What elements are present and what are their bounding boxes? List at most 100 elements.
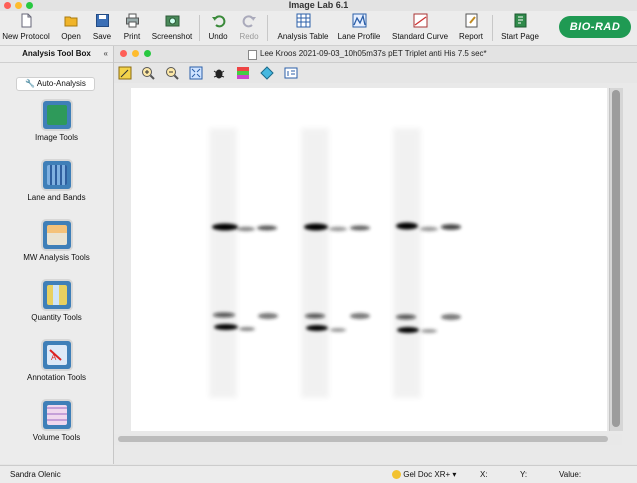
open-label: Open (61, 32, 81, 41)
vertical-scroll-thumb[interactable] (612, 90, 620, 427)
volume-tools-label: Volume Tools (32, 433, 81, 442)
zoom-document-button[interactable] (144, 50, 151, 57)
mw-analysis-tools-button[interactable]: MW Analysis Tools (0, 221, 113, 262)
upper-band-row (212, 222, 461, 232)
pixel-value-label: Value: (559, 470, 582, 479)
toolbar-separator (492, 15, 493, 41)
bug-icon[interactable] (212, 66, 226, 80)
toolbar-separator (199, 15, 200, 41)
document-window: Lee Kroos 2021-09-03_10h05m37s pET Tripl… (114, 46, 637, 464)
print-button[interactable]: Print (120, 12, 144, 44)
gel-image-canvas[interactable] (131, 88, 607, 431)
start-page-icon (514, 13, 526, 28)
auto-analysis-button[interactable]: 🔧 Auto-Analysis (16, 77, 95, 91)
volume-tools-button[interactable]: Volume Tools (0, 401, 113, 442)
lower-band-row (213, 312, 461, 333)
device-indicator[interactable]: Gel Doc XR+ ▾ (392, 466, 456, 483)
screenshot-button[interactable]: Screenshot (150, 12, 194, 44)
svg-text:A: A (51, 353, 57, 362)
3d-view-icon[interactable] (260, 66, 274, 80)
image-tools-button[interactable]: Image Tools (0, 101, 113, 142)
window-title-bar: Image Lab 6.1 (0, 0, 637, 11)
save-button[interactable]: Save (90, 12, 114, 44)
status-bar: Sandra Olenic Gel Doc XR+ ▾ X: Y: Value: (0, 465, 637, 483)
document-title-bar: Lee Kroos 2021-09-03_10h05m37s pET Tripl… (114, 46, 637, 63)
lane-profile-icon (352, 13, 366, 28)
report-icon (465, 13, 477, 28)
undo-icon (211, 15, 225, 28)
image-tools-label: Image Tools (35, 133, 78, 142)
horizontal-scroll-thumb[interactable] (118, 436, 608, 442)
undo-label: Undo (208, 32, 228, 41)
save-label: Save (92, 32, 112, 41)
open-button[interactable]: Open (58, 12, 84, 44)
zoom-out-icon[interactable] (165, 66, 179, 80)
camera-icon (165, 15, 179, 27)
report-button[interactable]: Report (456, 12, 486, 44)
redo-icon (242, 15, 256, 28)
tool-box-title: Analysis Tool Box (22, 49, 91, 58)
image-tools-icon (42, 101, 71, 129)
report-label: Report (458, 32, 483, 41)
new-protocol-label: New Protocol (2, 32, 50, 41)
undo-button[interactable]: Undo (205, 12, 231, 44)
lane-and-bands-label: Lane and Bands (27, 193, 86, 202)
minimize-document-button[interactable] (132, 50, 139, 57)
volume-tools-icon (42, 401, 71, 429)
quantity-tools-button[interactable]: Quantity Tools (0, 281, 113, 322)
y-coordinate-label: Y: (520, 470, 528, 479)
bio-rad-logo: BIO-RAD (559, 16, 631, 38)
tool-box-header: Analysis Tool Box « (0, 46, 113, 63)
save-disk-icon (95, 14, 109, 27)
horizontal-scrollbar[interactable] (114, 434, 622, 445)
annotation-tools-label: Annotation Tools (26, 373, 86, 382)
device-name: Gel Doc XR+ (403, 470, 451, 479)
x-coordinate-label: X: (480, 470, 488, 479)
select-tool-icon[interactable] (118, 66, 132, 80)
analysis-table-label: Analysis Table (277, 32, 329, 41)
zoom-in-icon[interactable] (141, 66, 155, 80)
main-toolbar: New Protocol Open Save Print Screenshot … (0, 11, 637, 46)
standard-curve-button[interactable]: Standard Curve (391, 12, 449, 44)
document-title: Lee Kroos 2021-09-03_10h05m37s pET Tripl… (260, 49, 487, 58)
image-info-icon[interactable] (284, 66, 298, 80)
new-document-icon (21, 13, 31, 28)
standard-curve-icon (413, 13, 427, 28)
redo-button[interactable]: Redo (237, 12, 261, 44)
app-title: Image Lab 6.1 (288, 0, 349, 10)
quantity-tools-label: Quantity Tools (31, 313, 82, 322)
standard-curve-label: Standard Curve (391, 32, 449, 41)
wrench-icon: 🔧 (25, 79, 36, 88)
auto-analysis-label: Auto-Analysis (36, 79, 86, 88)
gel-blot-image (209, 128, 461, 398)
mw-analysis-icon (42, 221, 71, 249)
folder-open-icon (64, 16, 77, 27)
collapse-panel-button[interactable]: « (104, 46, 108, 62)
lane-and-bands-button[interactable]: Lane and Bands (0, 161, 113, 202)
start-page-label: Start Page (501, 32, 539, 41)
close-document-button[interactable] (120, 50, 127, 57)
lane-profile-label: Lane Profile (337, 32, 381, 41)
chevron-down-icon: ▾ (452, 470, 457, 479)
color-palette-icon[interactable] (236, 66, 250, 80)
start-page-button[interactable]: Start Page (499, 12, 541, 44)
lane-bands-icon (42, 161, 71, 189)
toolbar-separator (267, 15, 268, 41)
analysis-table-button[interactable]: Analysis Table (276, 12, 330, 44)
annotation-tools-button[interactable]: A Annotation Tools (0, 341, 113, 382)
table-icon (296, 13, 310, 28)
printer-icon (125, 13, 139, 28)
lightbulb-icon (392, 470, 401, 480)
document-icon (248, 50, 257, 60)
user-name: Sandra Olenic (10, 470, 61, 479)
new-protocol-button[interactable]: New Protocol (2, 12, 50, 44)
screenshot-label: Screenshot (151, 32, 193, 41)
annotation-tools-icon: A (42, 341, 71, 369)
annotation-arrow-icon: A (48, 349, 62, 362)
lane-profile-button[interactable]: Lane Profile (336, 12, 382, 44)
fit-to-window-icon[interactable] (189, 66, 203, 80)
redo-label: Redo (239, 32, 259, 41)
vertical-scrollbar[interactable] (609, 88, 623, 431)
analysis-tool-box: Analysis Tool Box « 🔧 Auto-Analysis Imag… (0, 46, 114, 464)
quantity-tools-icon (42, 281, 71, 309)
